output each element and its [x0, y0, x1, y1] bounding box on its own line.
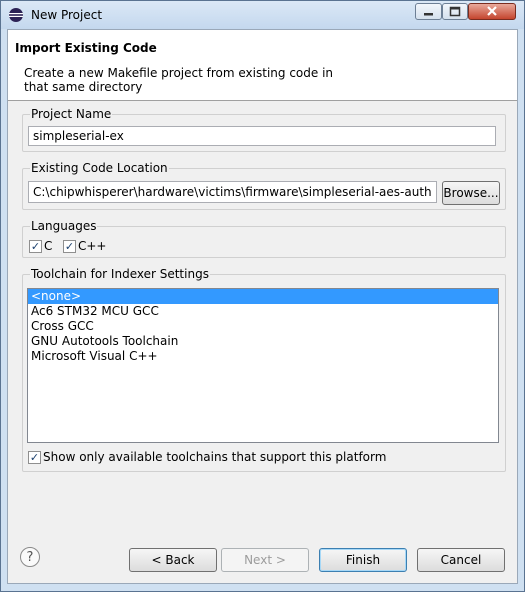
maximize-button[interactable] — [442, 3, 468, 20]
language-c-checkbox[interactable]: ✓ — [29, 240, 42, 253]
minimize-icon — [424, 13, 433, 16]
close-icon — [487, 6, 497, 16]
toolchain-label: Toolchain for Indexer Settings — [30, 267, 210, 281]
new-project-window: New Project Import Existing Code Create … — [0, 0, 525, 592]
toolchain-item-none[interactable]: <none> — [28, 289, 498, 304]
code-location-input[interactable]: C:\chipwhisperer\hardware\victims\firmwa… — [28, 181, 437, 203]
show-available-toolchains-label: Show only available toolchains that supp… — [43, 450, 387, 464]
next-button[interactable]: Next > — [221, 548, 309, 572]
cancel-button[interactable]: Cancel — [417, 548, 505, 572]
toolchain-item-ac6-stm32[interactable]: Ac6 STM32 MCU GCC — [28, 304, 498, 319]
wizard-banner: Import Existing Code Create a new Makefi… — [8, 30, 517, 101]
project-name-input[interactable]: simpleserial-ex — [28, 126, 496, 146]
toolchain-item-cross-gcc[interactable]: Cross GCC — [28, 319, 498, 334]
language-cpp-label: C++ — [78, 239, 107, 253]
languages-label: Languages — [30, 219, 98, 233]
maximize-icon — [449, 6, 461, 17]
title-bar[interactable]: New Project — [1, 1, 524, 29]
toolchain-list[interactable]: <none> Ac6 STM32 MCU GCC Cross GCC GNU A… — [27, 288, 499, 443]
page-title: Import Existing Code — [15, 41, 157, 55]
dialog-body: Import Existing Code Create a new Makefi… — [7, 29, 518, 584]
show-available-toolchains-checkbox[interactable]: ✓ — [28, 451, 41, 464]
finish-button[interactable]: Finish — [319, 548, 407, 572]
toolchain-item-gnu-autotools[interactable]: GNU Autotools Toolchain — [28, 334, 498, 349]
back-button[interactable]: < Back — [129, 548, 217, 572]
language-c-label: C — [44, 239, 53, 253]
browse-button[interactable]: Browse... — [442, 181, 500, 205]
page-description: Create a new Makefile project from exist… — [24, 66, 334, 94]
window-title: New Project — [31, 8, 103, 22]
language-cpp-checkbox[interactable]: ✓ — [63, 240, 76, 253]
code-location-label: Existing Code Location — [30, 161, 169, 175]
toolchain-item-msvc[interactable]: Microsoft Visual C++ — [28, 349, 498, 364]
help-icon[interactable]: ? — [20, 547, 40, 567]
minimize-button[interactable] — [415, 3, 442, 20]
project-name-label: Project Name — [30, 107, 113, 121]
eclipse-icon — [9, 8, 23, 22]
close-button[interactable] — [468, 3, 516, 20]
